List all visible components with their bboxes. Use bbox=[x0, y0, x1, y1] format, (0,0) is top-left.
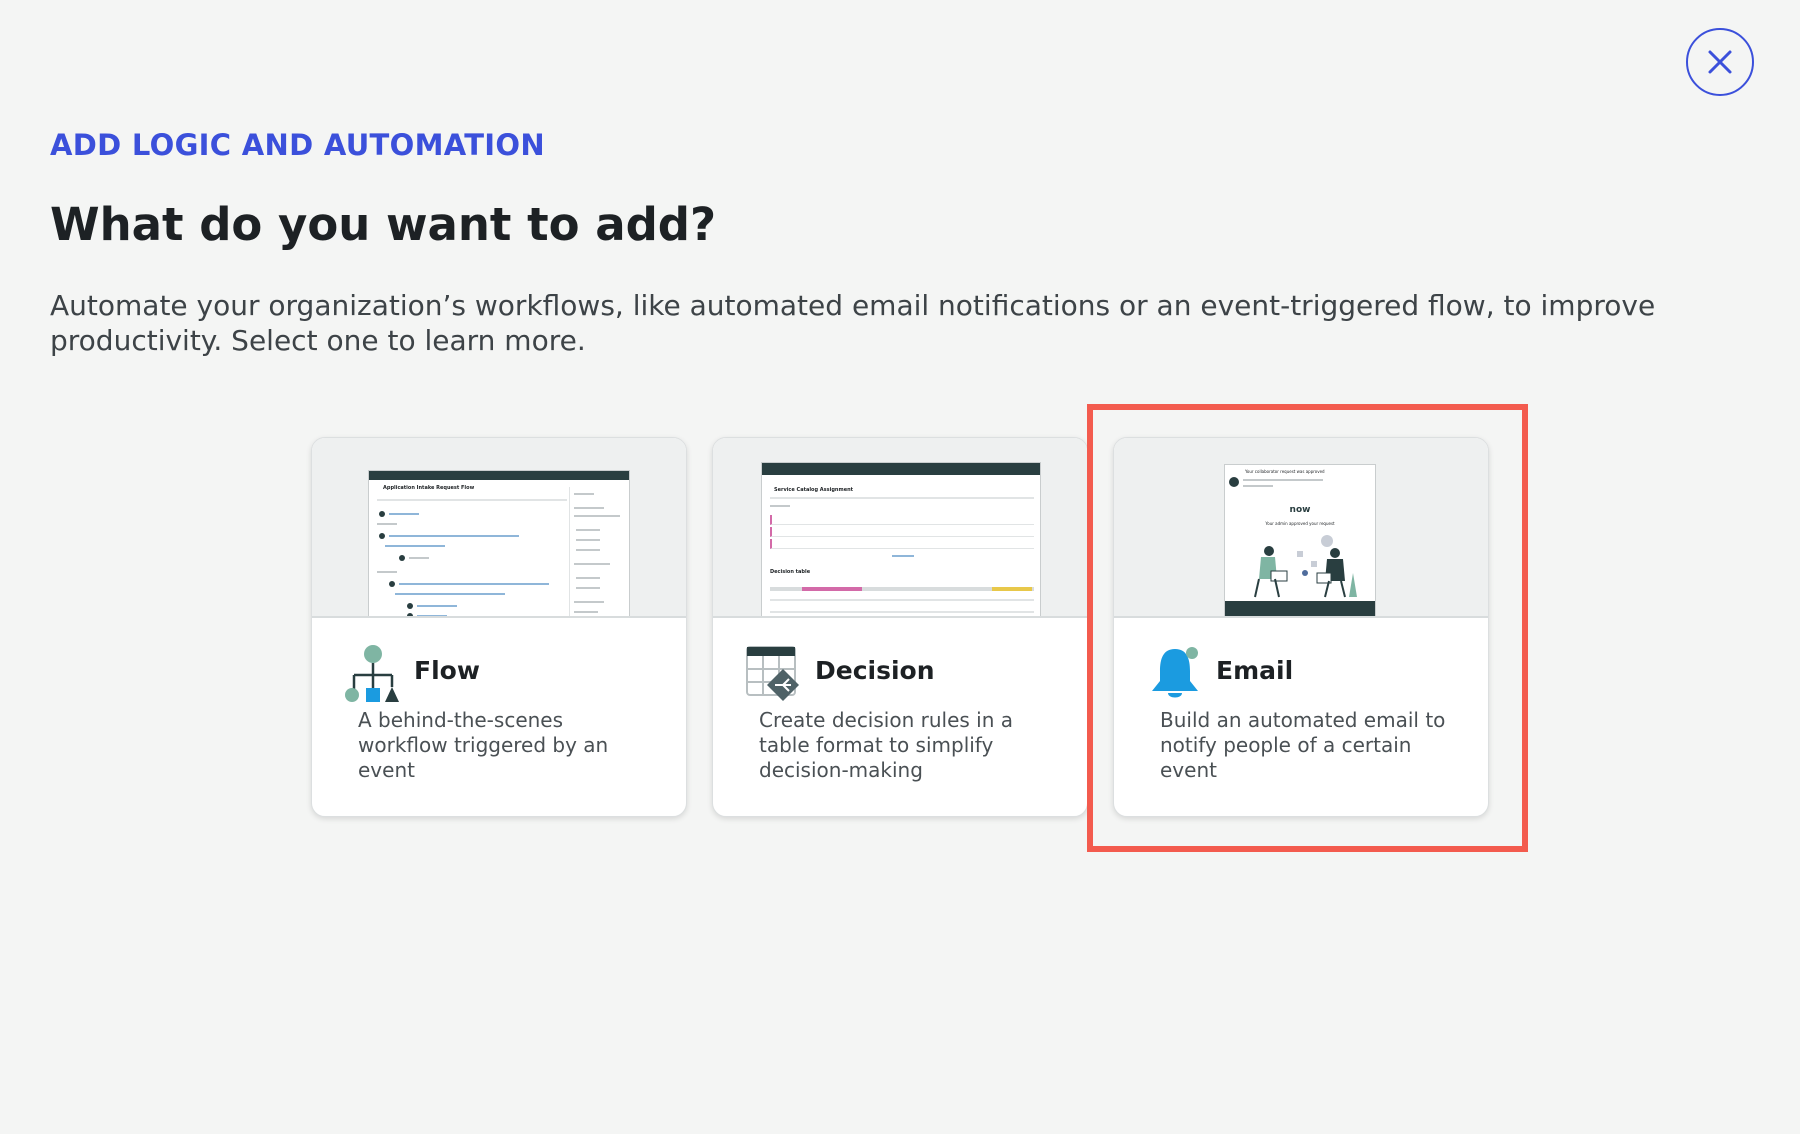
email-preview-image: Your collaborator request was approved n… bbox=[1114, 438, 1488, 618]
card-title: Flow bbox=[414, 656, 480, 685]
card-title: Email bbox=[1216, 656, 1294, 685]
decision-preview-image: Service Catalog Assignment Decision tabl… bbox=[713, 438, 1087, 618]
card-email[interactable]: Your collaborator request was approved n… bbox=[1113, 437, 1489, 817]
page-description: Automate your organization’s workflows, … bbox=[50, 289, 1656, 357]
page-title: What do you want to add? bbox=[50, 198, 717, 251]
add-logic-modal: ADD LOGIC AND AUTOMATION What do you wan… bbox=[0, 0, 1800, 1134]
flow-icon bbox=[345, 645, 399, 702]
bell-icon bbox=[1152, 647, 1198, 698]
card-description: Create decision rules in a table format … bbox=[759, 708, 1013, 782]
eyebrow-label: ADD LOGIC AND AUTOMATION bbox=[50, 128, 545, 162]
decision-table-icon bbox=[746, 646, 799, 701]
close-button[interactable] bbox=[1686, 28, 1754, 96]
card-description: Build an automated email to notify peopl… bbox=[1160, 708, 1446, 782]
card-title: Decision bbox=[815, 656, 935, 685]
close-icon bbox=[1708, 50, 1732, 74]
card-description: A behind-the-scenes workflow triggered b… bbox=[358, 708, 609, 782]
card-flow[interactable]: Application Intake Request Flow Flow A b… bbox=[311, 437, 687, 817]
flow-preview-image: Application Intake Request Flow bbox=[312, 438, 686, 618]
card-decision[interactable]: Service Catalog Assignment Decision tabl… bbox=[712, 437, 1088, 817]
